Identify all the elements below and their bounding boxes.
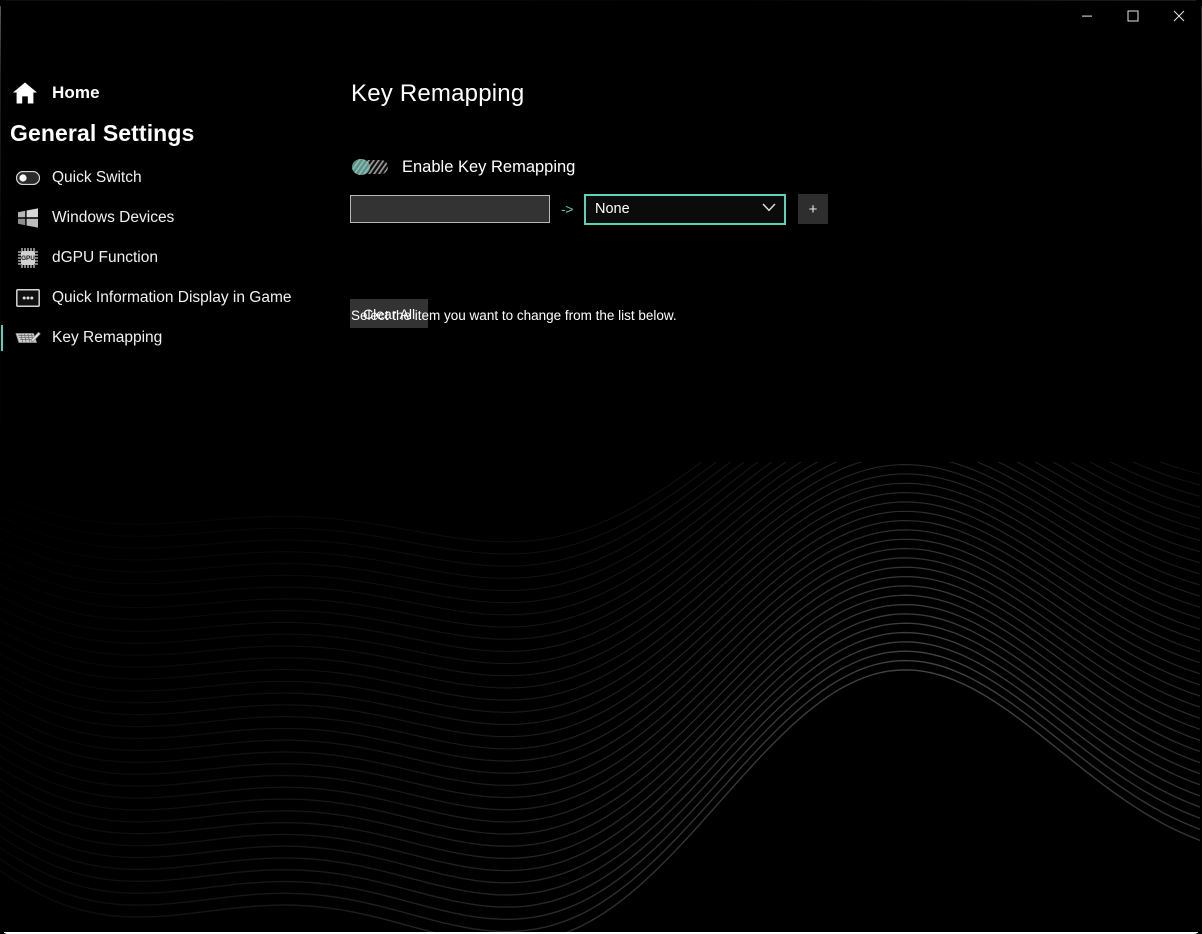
key-mapping-row: -> None + (350, 193, 828, 225)
sidebar-item-label: Quick Information Display in Game (52, 289, 292, 306)
maximize-button[interactable] (1110, 0, 1156, 32)
close-icon (1173, 10, 1185, 22)
sidebar-section-title: General Settings (10, 120, 195, 146)
windows-logo-icon (14, 206, 42, 230)
sidebar-home-label: Home (52, 83, 100, 102)
page-title: Key Remapping (351, 80, 525, 107)
svg-text:GPU: GPU (21, 255, 35, 262)
main-content: Key Remapping Enable Key Remapping -> No… (340, 32, 1202, 934)
sidebar-item-quick-info-display[interactable]: Quick Information Display in Game (0, 278, 340, 318)
home-icon (8, 78, 42, 108)
sidebar-item-key-remapping[interactable]: Key Remapping (0, 318, 340, 358)
app-window: Home General Settings Quick Switch Windo… (0, 0, 1202, 934)
target-key-select[interactable]: None (584, 193, 786, 225)
overlay-display-icon (14, 286, 42, 310)
source-key-input[interactable] (350, 195, 550, 223)
sidebar: Home General Settings Quick Switch Windo… (0, 32, 340, 934)
selection-hint-text: Select the item you want to change from … (351, 308, 677, 323)
sidebar-item-quick-switch[interactable]: Quick Switch (0, 158, 340, 198)
gpu-chip-icon: GPU (14, 246, 42, 270)
minimize-icon (1082, 15, 1092, 17)
add-mapping-button[interactable]: + (798, 194, 828, 224)
title-bar (0, 0, 1202, 32)
mapping-arrow-label: -> (561, 201, 573, 217)
maximize-icon (1127, 10, 1139, 22)
sidebar-item-windows-devices[interactable]: Windows Devices (0, 198, 340, 238)
sidebar-item-dgpu-function[interactable]: GPU dGPU Function (0, 238, 340, 278)
enable-key-remapping-label: Enable Key Remapping (402, 157, 576, 176)
sidebar-nav-list: Quick Switch Windows Devices GPU dGPU Fu… (0, 158, 340, 358)
enable-key-remapping-toggle[interactable] (350, 158, 390, 176)
minimize-button[interactable] (1064, 0, 1110, 32)
close-button[interactable] (1156, 0, 1202, 32)
target-key-select-wrapper: None (584, 193, 786, 225)
sidebar-item-label: Key Remapping (52, 329, 163, 346)
sidebar-item-label: Windows Devices (52, 209, 175, 226)
sidebar-item-label: Quick Switch (52, 169, 142, 186)
enable-key-remapping-row: Enable Key Remapping (350, 154, 575, 180)
toggle-switch-icon (14, 166, 42, 190)
sidebar-item-home[interactable]: Home (8, 76, 100, 110)
sidebar-item-label: dGPU Function (52, 249, 158, 266)
keyboard-pencil-icon (14, 326, 42, 350)
